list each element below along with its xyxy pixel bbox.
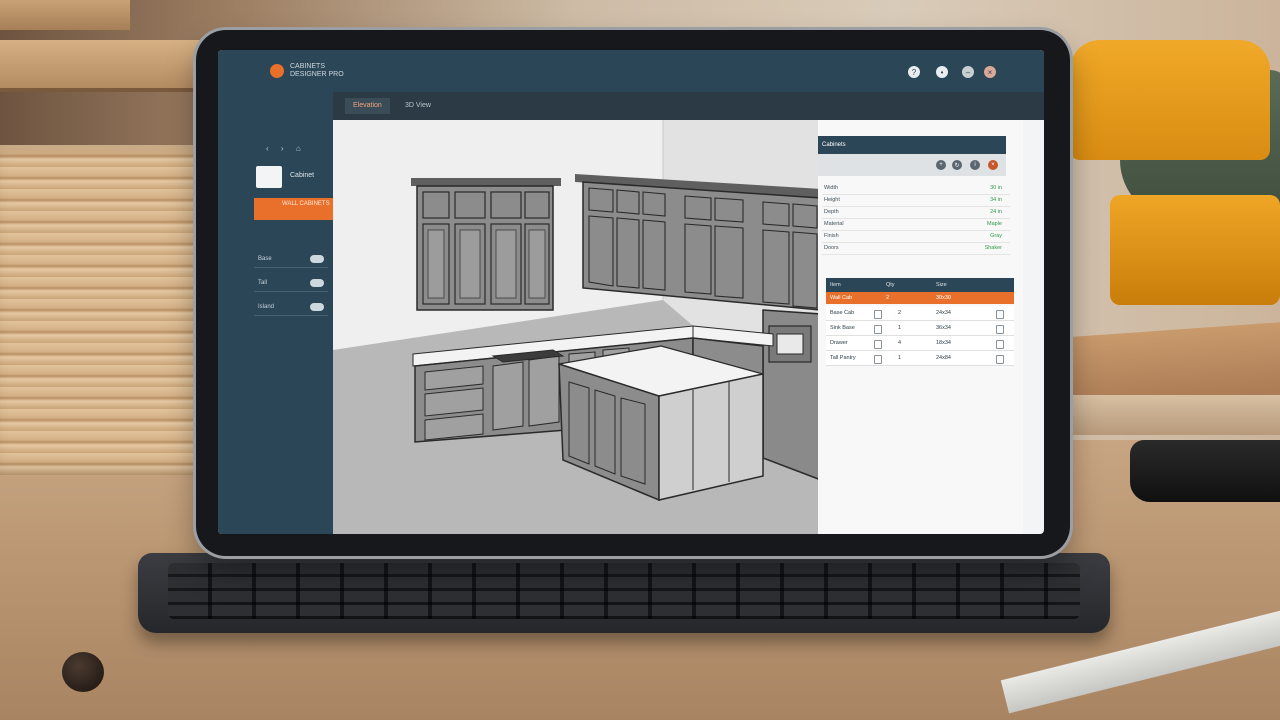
wood-board <box>1060 395 1280 435</box>
table-cell: 2 <box>898 310 902 316</box>
wood-shelf <box>0 40 200 92</box>
properties-panel: Cabinets + ↻ i × Width 30 in Height 34 i… <box>818 120 1023 534</box>
checkbox[interactable] <box>996 310 1004 319</box>
3d-viewport[interactable] <box>333 120 838 534</box>
app-logo-icon <box>270 64 284 78</box>
property-key: Doors <box>824 245 839 251</box>
panel-toolbar: + ↻ i × <box>818 154 1006 176</box>
back-icon[interactable]: ‹ <box>266 144 269 153</box>
keyboard-keys <box>168 563 1080 619</box>
table-cell: 2 <box>886 295 890 301</box>
column-header: Qty <box>886 282 895 288</box>
column-header: Size <box>936 282 947 288</box>
table-cell: 4 <box>898 340 902 346</box>
sidebar-row-island[interactable]: Island <box>254 300 328 316</box>
tab-3d-view[interactable]: 3D View <box>405 102 431 109</box>
table-cell: Base Cab <box>830 310 855 316</box>
tab-elevation[interactable]: Elevation <box>345 98 390 114</box>
column-header: Item <box>830 282 841 288</box>
table-row[interactable]: Base Cab 2 24x34 <box>826 306 1014 321</box>
app-screen: CABINETS DESIGNER PRO ? • – × ‹ › ⌂ Cabi… <box>218 50 1044 534</box>
sidebar-item-label: WALL CABINETS <box>282 201 330 207</box>
checkbox[interactable] <box>874 310 882 319</box>
property-key: Height <box>824 197 840 203</box>
property-value: Shaker <box>984 245 1002 251</box>
app-title: CABINETS DESIGNER PRO <box>290 63 370 79</box>
checkbox[interactable] <box>996 325 1004 334</box>
info-icon[interactable]: i <box>970 160 980 170</box>
table-cell: Wall Cab <box>830 295 853 301</box>
sidebar-item-wall-cabinets[interactable]: WALL CABINETS <box>254 198 334 220</box>
sidebar-row-base[interactable]: Base <box>254 252 328 268</box>
property-value: 24 in <box>990 209 1002 215</box>
app-title-line1: CABINETS <box>290 63 326 70</box>
table-cell: Sink Base <box>830 325 855 331</box>
power-tool-base <box>1110 195 1280 305</box>
checkbox[interactable] <box>874 340 882 349</box>
kitchen-3d-render <box>333 120 838 534</box>
thumbnail-label: Cabinet <box>290 172 315 179</box>
sidebar: ‹ › ⌂ Cabinet WALL CABINETS Base Tall Is… <box>218 92 334 534</box>
property-value: Gray <box>990 233 1002 239</box>
title-bar: CABINETS DESIGNER PRO ? • – × <box>218 50 1044 92</box>
table-header: Item Qty Size <box>826 278 1014 292</box>
rotate-icon[interactable]: ↻ <box>952 160 962 170</box>
property-value: Maple <box>987 221 1002 227</box>
cabinet-thumbnail[interactable] <box>256 166 282 188</box>
checkbox[interactable] <box>874 355 882 364</box>
panel-header: Cabinets <box>818 136 1006 154</box>
table-cell: Drawer <box>830 340 848 346</box>
forward-icon[interactable]: › <box>281 144 284 153</box>
table-cell: Tall Pantry <box>830 355 856 361</box>
table-cell: 30x30 <box>936 295 951 301</box>
keyboard <box>138 553 1110 633</box>
minimize-icon[interactable]: – <box>962 66 974 78</box>
table-cell: 1 <box>898 355 902 361</box>
power-tool <box>1070 40 1270 160</box>
checkbox[interactable] <box>996 355 1004 364</box>
checkbox[interactable] <box>874 325 882 334</box>
sidebar-row-tall[interactable]: Tall <box>254 276 328 292</box>
sidebar-row-label: Tall <box>258 280 268 286</box>
property-key: Finish <box>824 233 839 239</box>
table-cell: 24x34 <box>936 310 951 316</box>
table-cell: 36x34 <box>936 325 951 331</box>
property-key: Width <box>824 185 839 191</box>
table-row[interactable]: Sink Base 1 36x34 <box>826 321 1014 336</box>
table-cell: 18x34 <box>936 340 951 346</box>
knob <box>62 652 104 692</box>
toggle-icon[interactable] <box>310 255 324 263</box>
wood-shelf <box>0 0 130 30</box>
close-icon[interactable]: × <box>984 66 996 78</box>
settings-icon[interactable]: • <box>936 66 948 78</box>
property-key: Depth <box>824 209 839 215</box>
app-title-line2: DESIGNER PRO <box>290 71 344 78</box>
tool-handle <box>1130 440 1280 502</box>
view-toolbar: Elevation 3D View <box>333 92 1044 120</box>
table-row[interactable]: Tall Pantry 1 24x84 <box>826 351 1014 366</box>
table-row[interactable]: Drawer 4 18x34 <box>826 336 1014 351</box>
property-value: 34 in <box>990 197 1002 203</box>
property-key: Material <box>824 221 844 227</box>
toggle-icon[interactable] <box>310 279 324 287</box>
help-icon[interactable]: ? <box>908 66 920 78</box>
home-icon[interactable]: ⌂ <box>296 144 301 153</box>
table-row-selected[interactable]: Wall Cab 2 30x30 <box>826 292 1014 304</box>
sidebar-row-label: Base <box>258 256 272 262</box>
table-cell: 1 <box>898 325 902 331</box>
tablet: CABINETS DESIGNER PRO ? • – × ‹ › ⌂ Cabi… <box>196 30 1070 556</box>
table-cell: 24x84 <box>936 355 951 361</box>
sidebar-nav: ‹ › ⌂ <box>266 144 311 153</box>
property-value: 30 in <box>990 185 1002 191</box>
checkbox[interactable] <box>996 340 1004 349</box>
property-row[interactable]: Doors Shaker <box>822 242 1010 255</box>
sidebar-row-label: Island <box>258 304 275 310</box>
zoom-icon[interactable]: + <box>936 160 946 170</box>
toggle-icon[interactable] <box>310 303 324 311</box>
delete-icon[interactable]: × <box>988 160 998 170</box>
